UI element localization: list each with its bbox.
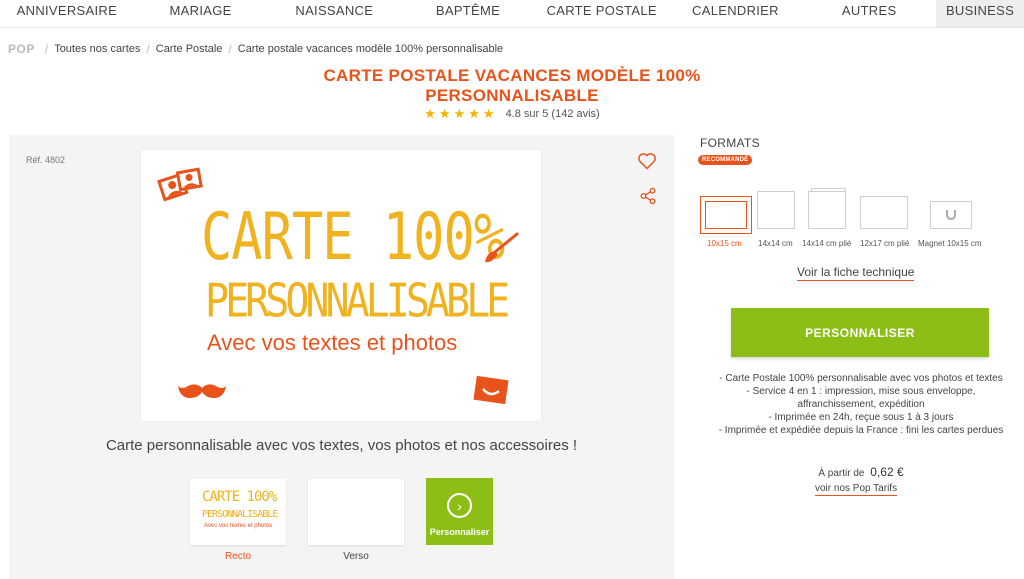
thumbnail-personnaliser-button[interactable]: › Personnaliser: [426, 478, 493, 545]
pop-logo[interactable]: POP: [8, 42, 35, 56]
mustache-icon: [178, 384, 226, 398]
product-features: - Carte Postale 100% personnalisable ave…: [700, 372, 1022, 437]
format-option-magnet[interactable]: [930, 191, 972, 231]
thumb-personnaliser-label: Personnaliser: [429, 527, 490, 537]
photos-icon: [157, 167, 203, 202]
card-subtitle: Avec vos textes et photos: [207, 330, 458, 355]
product-reference: Réf. 4802: [26, 155, 66, 165]
feature-line: affranchissement, expédition: [797, 399, 925, 410]
nav-item-naissance[interactable]: NAISSANCE: [267, 0, 401, 27]
page-title-line1: CARTE POSTALE VACANCES MODÈLE 100%: [323, 66, 701, 85]
formats-title: FORMATS: [700, 136, 760, 150]
format-option-14x14[interactable]: [757, 191, 797, 231]
breadcrumb-separator: /: [44, 42, 49, 56]
arrow-right-icon: ›: [447, 493, 472, 518]
card-title-line2: PERSONNALISABLE: [205, 275, 510, 328]
page-title-line2: PERSONNALISABLE: [425, 86, 599, 105]
thumbnail-recto[interactable]: CARTE 100% PERSONNALISABLE Avec vos text…: [190, 479, 286, 545]
nav-item-bapteme[interactable]: BAPTÊME: [401, 0, 535, 27]
nav-item-calendrier[interactable]: CALENDRIER: [669, 0, 803, 27]
rating-stars-icon: ★★★★★: [424, 106, 498, 121]
paintbrush-icon: [485, 232, 519, 263]
product-caption: Carte personnalisable avec vos textes, v…: [105, 437, 578, 454]
pop-tarifs-link[interactable]: voir nos Pop Tarifs: [815, 483, 898, 496]
fiche-technique-link[interactable]: Voir la fiche technique: [797, 265, 915, 281]
breadcrumb-link-toutes-cartes[interactable]: Toutes nos cartes: [54, 43, 140, 55]
price-amount: 0,62 €: [870, 465, 904, 479]
format-option-12x17-plie[interactable]: [860, 191, 910, 231]
format-thumb-inner: [705, 201, 747, 229]
personnaliser-button[interactable]: PERSONNALISER: [731, 308, 989, 357]
breadcrumb-current: Carte postale vacances modèle 100% perso…: [237, 43, 504, 55]
nav-item-carte-postale[interactable]: CARTE POSTALE: [535, 0, 669, 27]
thumbnail-recto-label[interactable]: Recto: [190, 551, 286, 562]
breadcrumb: POP / Toutes nos cartes / Carte Postale …: [8, 42, 503, 56]
format-label-14x14[interactable]: 14x14 cm: [758, 239, 793, 248]
thumb-title-line1: CARTE 100%: [202, 489, 277, 505]
rating[interactable]: ★★★★★ 4.8 sur 5 (142 avis): [0, 106, 1024, 122]
rating-text: 4.8 sur 5 (142 avis): [505, 108, 600, 120]
recommended-badge: RECOMMANDÉ: [698, 155, 753, 165]
format-thumb: [860, 196, 908, 229]
breadcrumb-separator: /: [228, 42, 232, 56]
thumb-subtitle: Avec vos textes et photos: [204, 523, 273, 529]
thumb-title-line2: PERSONNALISABLE: [202, 509, 278, 520]
heart-icon[interactable]: [637, 151, 657, 171]
nav-item-business[interactable]: BUSINESS: [936, 0, 1024, 27]
share-icon[interactable]: [639, 187, 657, 205]
price: À partir de 0,62 €: [700, 465, 1022, 479]
breadcrumb-link-carte-postale[interactable]: Carte Postale: [156, 43, 223, 55]
format-option-10x15[interactable]: [700, 191, 752, 234]
format-thumb: [757, 191, 795, 229]
format-option-14x14-plie[interactable]: [808, 188, 848, 231]
price-prefix: À partir de: [818, 468, 865, 479]
thumbnail-verso[interactable]: [308, 479, 404, 545]
top-nav: ANNIVERSAIRE MARIAGE NAISSANCE BAPTÊME C…: [0, 0, 1024, 28]
format-label-magnet[interactable]: Magnet 10x15 cm: [918, 239, 982, 248]
product-preview-panel: Réf. 4802 CARTE 100% PERSONNALISABLE Ave…: [9, 135, 674, 579]
feature-line: - Service 4 en 1 : impression, mise sous…: [746, 386, 976, 397]
feature-line: - Imprimée en 24h, reçue sous 1 à 3 jour…: [768, 412, 954, 423]
card-title-line1: CARTE 100%: [201, 200, 505, 275]
format-thumb: [808, 191, 846, 229]
nav-item-mariage[interactable]: MARIAGE: [134, 0, 268, 27]
format-thumb-fold: [811, 188, 846, 191]
format-label-10x15[interactable]: 10x15 cm: [707, 239, 742, 248]
page-title: CARTE POSTALE VACANCES MODÈLE 100% PERSO…: [300, 66, 724, 106]
nav-item-autres[interactable]: AUTRES: [802, 0, 936, 27]
feature-line: - Carte Postale 100% personnalisable ave…: [719, 373, 1003, 384]
photo-frame-icon: [473, 375, 509, 405]
card-preview: CARTE 100% PERSONNALISABLE Avec vos text…: [141, 150, 541, 421]
breadcrumb-separator: /: [146, 42, 150, 56]
nav-item-anniversaire[interactable]: ANNIVERSAIRE: [0, 0, 134, 27]
feature-line: - Imprimée et expédiée depuis la France …: [718, 425, 1004, 436]
format-label-12x17-plie[interactable]: 12x17 cm plié: [860, 239, 909, 248]
magnet-icon: [946, 210, 956, 220]
format-label-14x14-plie[interactable]: 14x14 cm plié: [802, 239, 851, 248]
thumbnail-verso-label[interactable]: Verso: [308, 551, 404, 562]
